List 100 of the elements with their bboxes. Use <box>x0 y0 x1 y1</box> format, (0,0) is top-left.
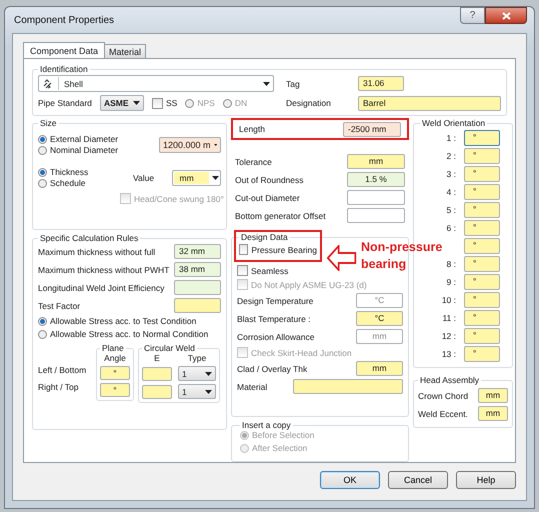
text-field[interactable] <box>142 366 172 380</box>
radio-button[interactable]: External Diameter <box>38 134 138 144</box>
text-field[interactable]: mm <box>478 388 508 403</box>
value-dropdown[interactable]: mm <box>172 170 221 186</box>
group-title: Identification <box>39 64 89 74</box>
dialog-button[interactable]: Cancel <box>388 471 448 489</box>
field-label: Out of Roundness <box>235 174 304 184</box>
group-title: Head Assembly <box>419 375 480 385</box>
group-title: Design Data <box>239 232 290 242</box>
diameter-dropdown[interactable]: 1200.000 m <box>159 136 221 152</box>
text-field[interactable]: 32 mm <box>174 244 221 259</box>
radio-button[interactable]: Schedule <box>38 178 129 188</box>
radio-button[interactable]: Allowable Stress acc. to Test Condition <box>38 316 221 326</box>
text-field[interactable]: mm <box>347 154 405 169</box>
row-label: 4 : <box>446 187 457 197</box>
text-field[interactable] <box>174 298 221 313</box>
text-field[interactable]: 31.06 <box>358 76 404 91</box>
text-field[interactable]: mm <box>356 329 403 344</box>
field-label: Designation <box>286 98 332 108</box>
field-label: Tolerance <box>235 156 272 166</box>
field-label: Weld Eccent. <box>418 408 468 418</box>
pipe-standard-dropdown[interactable]: ASME <box>100 95 144 111</box>
dialog-button[interactable]: OK <box>320 471 380 489</box>
text-field[interactable]: ° <box>464 166 500 182</box>
field-label: Length <box>239 124 265 134</box>
text-field[interactable]: ° <box>464 292 500 308</box>
tab[interactable]: Material <box>104 44 146 58</box>
column-header: Angle <box>104 353 126 363</box>
text-field[interactable]: ° <box>100 366 130 380</box>
column-header: Type <box>186 353 208 363</box>
caret-icon <box>263 82 270 86</box>
group-title: Insert a copy <box>241 420 292 430</box>
text-field[interactable]: ° <box>464 220 500 236</box>
component-dropdown[interactable]: Shell <box>38 75 274 92</box>
text-field[interactable]: ° <box>464 310 500 326</box>
row-label: 11 : <box>441 313 457 323</box>
radio-button[interactable]: Thickness <box>38 167 129 177</box>
text-field[interactable]: -2500 mm <box>343 122 401 136</box>
text-field[interactable]: ° <box>464 238 500 254</box>
row-label: 6 : <box>446 223 457 233</box>
text-field[interactable]: °C <box>356 311 403 326</box>
type-dropdown[interactable]: 1 <box>178 366 216 381</box>
text-field[interactable]: 38 mm <box>174 262 221 277</box>
caret-icon <box>214 142 217 146</box>
row-label: Left / Bottom <box>38 365 88 375</box>
annotation-text: Non-pressure bearing <box>361 239 444 273</box>
caret-icon <box>205 372 212 376</box>
text-field[interactable]: ° <box>464 346 500 362</box>
field-label: Material <box>237 382 268 392</box>
text-field[interactable] <box>174 280 221 295</box>
field-label: Maximum thickness without PWHT <box>38 264 170 274</box>
group-title: Circular Weld <box>143 343 196 353</box>
field-label: Value <box>132 172 156 182</box>
text-field[interactable]: ° <box>464 202 500 218</box>
close-button[interactable] <box>485 7 527 24</box>
field-label: Maximum thickness without full <box>38 246 156 256</box>
text-field[interactable]: ° <box>464 256 500 272</box>
text-field[interactable]: mm <box>356 361 403 376</box>
text-field[interactable]: ° <box>464 130 500 146</box>
text-field[interactable]: mm <box>478 406 508 421</box>
text-field[interactable] <box>347 190 405 205</box>
text-field[interactable]: ° <box>464 274 500 290</box>
row-label: 1 : <box>446 133 457 143</box>
window-title: Component Properties <box>13 14 114 26</box>
help-button[interactable]: ? <box>460 7 485 24</box>
checkbox[interactable]: SS <box>152 98 178 108</box>
field-label: Longitudinal Weld Joint Efficiency <box>38 282 164 292</box>
row-label: Right / Top <box>38 382 80 392</box>
row-label: 13 : <box>440 349 457 359</box>
close-icon <box>502 12 510 20</box>
row-label: 9 : <box>446 277 457 287</box>
text-field[interactable]: ° <box>464 328 500 344</box>
text-field[interactable]: 1.5 % <box>347 172 405 187</box>
radio-button[interactable]: Allowable Stress acc. to Normal Condition <box>38 329 221 339</box>
field-label: Bottom generator Offset <box>235 210 326 220</box>
text-field[interactable] <box>142 384 172 398</box>
radio-button[interactable]: Nominal Diameter <box>38 145 138 155</box>
field-label: Crown Chord <box>418 390 468 400</box>
dialog-button[interactable]: Help <box>456 471 516 489</box>
text-field[interactable]: Barrel <box>358 96 501 110</box>
text-field[interactable]: °C <box>356 293 403 308</box>
field-label: Corrosion Allowance <box>237 332 314 342</box>
text-field[interactable]: ° <box>100 383 130 397</box>
row-label: 8 : <box>446 259 457 269</box>
text-field[interactable]: ° <box>464 184 500 200</box>
field-label: Blast Temperature : <box>237 314 311 324</box>
type-dropdown[interactable]: 1 <box>178 384 216 399</box>
group-title: Specific Calculation Rules <box>39 233 140 243</box>
checkbox[interactable]: Pressure Bearing <box>239 244 317 255</box>
caret-icon <box>212 176 219 180</box>
field-label: Design Temperature <box>237 296 314 306</box>
field-label: Cut-out Diameter <box>235 192 300 202</box>
text-field[interactable] <box>293 379 403 394</box>
row-label: 12 : <box>440 331 457 341</box>
column-header: E <box>153 353 161 363</box>
caret-icon <box>205 390 212 394</box>
field-label: Test Factor <box>38 300 80 310</box>
tab[interactable]: Component Data <box>23 42 106 58</box>
text-field[interactable]: ° <box>464 148 500 164</box>
text-field[interactable] <box>347 208 405 223</box>
